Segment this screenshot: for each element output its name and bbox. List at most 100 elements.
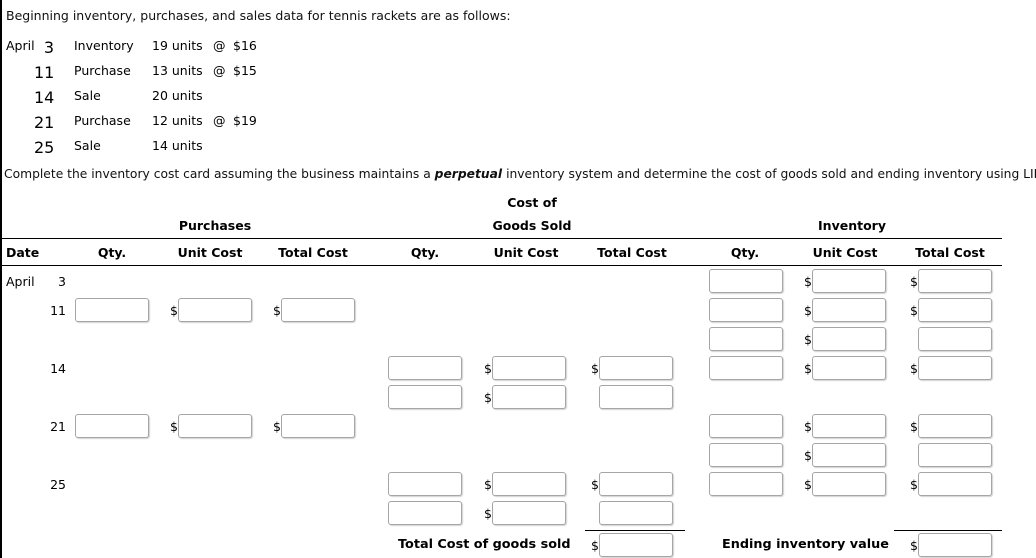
fact-units-3: 12 units — [152, 113, 203, 128]
inventory-total-cost-apr21-layer1[interactable] — [918, 414, 992, 438]
dollar-sign-cogs-unit-apr14-layer2: $ — [484, 390, 492, 405]
dollar-sign-inventory-unit-apr11-layer1: $ — [804, 303, 812, 318]
fact-kind-4: Sale — [74, 138, 101, 153]
inventory-total-cost-apr21-layer2[interactable] — [918, 443, 992, 467]
purchases-qty-apr11[interactable] — [75, 298, 149, 322]
fact-units-1: 13 units — [152, 63, 203, 78]
dollar-sign-cogs-total-apr14-layer1: $ — [591, 361, 599, 376]
fact-kind-3: Purchase — [74, 113, 131, 128]
inventory-unit-cost-apr11-layer2[interactable] — [812, 327, 886, 351]
dollar-sign-inventory-unit-apr21-layer1: $ — [804, 419, 812, 434]
inventory-total-cost-apr25[interactable] — [918, 472, 992, 496]
inventory-qty-apr11-layer2[interactable] — [709, 327, 783, 351]
fact-price-1: $15 — [233, 63, 257, 78]
cogs-total-cost-apr25-layer1[interactable] — [599, 472, 673, 496]
col-header-inventory-total-cost: Total Cost — [915, 245, 985, 260]
dollar-sign-inventory-total-apr3: $ — [910, 274, 918, 289]
inventory-qty-apr14[interactable] — [709, 356, 783, 380]
cogs-qty-apr25-layer1[interactable] — [388, 472, 462, 496]
fact-day-0: 3 — [43, 38, 54, 57]
dollar-sign-cogs-unit-apr25-layer2: $ — [484, 506, 492, 521]
dollar-sign-purchases-total-apr11: $ — [273, 303, 281, 318]
fact-day-4: 25 — [34, 138, 55, 157]
dollar-sign-purchases-unit-apr11: $ — [170, 303, 178, 318]
row-label-day-11: 11 — [50, 303, 66, 318]
purchases-unit-cost-apr11[interactable] — [178, 298, 252, 322]
header-rule-top — [2, 238, 1002, 239]
row-label-day-25: 25 — [50, 477, 66, 492]
facts-month-label: April — [6, 38, 35, 53]
cogs-qty-apr14-layer1[interactable] — [388, 356, 462, 380]
intro-text: Beginning inventory, purchases, and sale… — [6, 8, 511, 23]
purchases-unit-cost-apr21[interactable] — [178, 414, 252, 438]
group-header-purchases: Purchases — [178, 218, 252, 233]
inventory-unit-cost-apr21-layer1[interactable] — [812, 414, 886, 438]
fact-units-2: 20 units — [152, 88, 203, 103]
inventory-total-cost-apr11-layer1[interactable] — [918, 298, 992, 322]
row-label-april: April — [6, 274, 35, 289]
inventory-qty-apr21-layer1[interactable] — [709, 414, 783, 438]
inventory-qty-apr3[interactable] — [709, 269, 783, 293]
inventory-qty-apr11-layer1[interactable] — [709, 298, 783, 322]
cogs-unit-cost-apr14-layer1[interactable] — [492, 356, 566, 380]
inventory-total-cost-apr3[interactable] — [918, 269, 992, 293]
dollar-sign-inventory-total-apr14: $ — [910, 361, 918, 376]
group-header-cogs-line2: Goods Sold — [492, 218, 572, 233]
cogs-total-cost-apr14-layer2[interactable] — [599, 385, 673, 409]
cogs-qty-apr25-layer2[interactable] — [388, 501, 462, 525]
col-header-cogs-unit-cost: Unit Cost — [493, 245, 559, 260]
fact-price-3: $19 — [233, 113, 257, 128]
col-header-purchases-qty: Qty. — [97, 245, 127, 260]
ending-inventory-value-field[interactable] — [918, 533, 992, 557]
cogs-qty-apr14-layer2[interactable] — [388, 385, 462, 409]
purchases-total-cost-apr11[interactable] — [281, 298, 355, 322]
dollar-sign-inventory-unit-apr21-layer2: $ — [804, 448, 812, 463]
inventory-total-cost-apr14[interactable] — [918, 356, 992, 380]
inventory-qty-apr25[interactable] — [709, 472, 783, 496]
dollar-sign-purchases-total-apr21: $ — [273, 419, 281, 434]
instruction-emphasis: perpetual — [434, 167, 503, 181]
dollar-sign-inventory-total-apr25: $ — [910, 477, 918, 492]
dollar-sign-cogs-total-apr25-layer1: $ — [591, 477, 599, 492]
row-label-day-3: 3 — [58, 274, 66, 289]
cogs-total-rule — [585, 530, 685, 531]
group-header-inventory: Inventory — [818, 218, 886, 233]
inventory-total-rule — [894, 530, 1002, 531]
row-label-day-14: 14 — [50, 361, 66, 376]
cogs-unit-cost-apr25-layer1[interactable] — [492, 472, 566, 496]
col-header-purchases-total-cost: Total Cost — [278, 245, 348, 260]
row-label-day-21: 21 — [50, 419, 66, 434]
inventory-qty-apr21-layer2[interactable] — [709, 443, 783, 467]
dollar-sign-inventory-total-apr21-layer1: $ — [910, 419, 918, 434]
cogs-total-cost-apr25-layer2[interactable] — [599, 501, 673, 525]
inventory-total-cost-apr11-layer2[interactable] — [918, 327, 992, 351]
dollar-sign-cogs-unit-apr25-layer1: $ — [484, 477, 492, 492]
col-header-date: Date — [6, 245, 40, 260]
inventory-unit-cost-apr25[interactable] — [812, 472, 886, 496]
cogs-unit-cost-apr25-layer2[interactable] — [492, 501, 566, 525]
total-cost-of-goods-sold-field[interactable] — [599, 533, 673, 557]
total-cogs-label: Total Cost of goods sold — [398, 537, 571, 552]
inventory-unit-cost-apr21-layer2[interactable] — [812, 443, 886, 467]
dollar-sign-purchases-unit-apr21: $ — [170, 419, 178, 434]
fact-units-0: 19 units — [152, 38, 203, 53]
dollar-sign-ending-inventory: $ — [910, 538, 918, 553]
fact-at-0: @ — [213, 38, 226, 53]
purchases-qty-apr21[interactable] — [75, 414, 149, 438]
fact-at-3: @ — [213, 113, 226, 128]
cogs-total-cost-apr14-layer1[interactable] — [599, 356, 673, 380]
inventory-unit-cost-apr11-layer1[interactable] — [812, 298, 886, 322]
ending-inventory-label: Ending inventory value — [722, 537, 889, 552]
inventory-unit-cost-apr14[interactable] — [812, 356, 886, 380]
inventory-unit-cost-apr3[interactable] — [812, 269, 886, 293]
fact-kind-1: Purchase — [74, 63, 131, 78]
instruction-pre: Complete the inventory cost card assumin… — [4, 167, 435, 181]
fact-kind-0: Inventory — [74, 38, 134, 53]
fact-day-2: 14 — [34, 88, 55, 107]
worksheet-page: Beginning inventory, purchases, and sale… — [0, 0, 1036, 558]
dollar-sign-inventory-unit-apr11-layer2: $ — [804, 332, 812, 347]
purchases-total-cost-apr21[interactable] — [281, 414, 355, 438]
fact-price-0: $16 — [233, 38, 257, 53]
cogs-unit-cost-apr14-layer2[interactable] — [492, 385, 566, 409]
dollar-sign-inventory-unit-apr3: $ — [804, 274, 812, 289]
